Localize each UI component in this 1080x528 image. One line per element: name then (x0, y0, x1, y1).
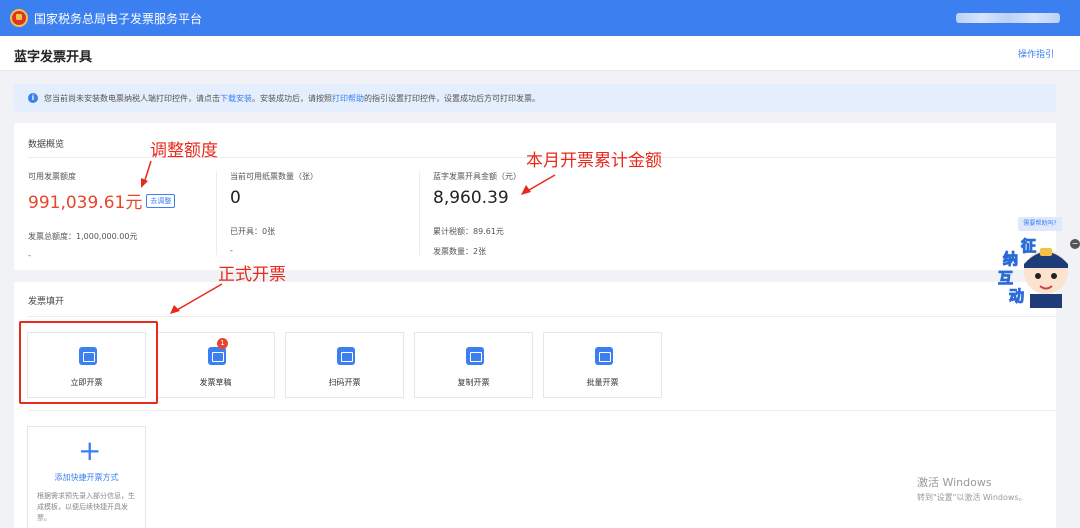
draft-count-badge: 1 (217, 338, 228, 349)
tax-emblem-icon (10, 9, 28, 27)
tile-label: 发票草稿 (199, 378, 232, 387)
tax-label: 累计税额： (433, 227, 473, 236)
notice-bar: i 您当前尚未安装数电票纳税人端打印控件，请点击 下载安装 。安装成功后，请按照… (14, 84, 1056, 112)
paper-count-label: 当前可用纸票数量（张） (230, 172, 318, 181)
annotation-adjust-quota: 调整额度 (150, 141, 218, 161)
total-quota: 发票总额度：1,000,000.00元 (28, 231, 175, 242)
invoice-fill-card: 发票填开 立即开票 1 发票草稿 扫码开票 复制开票 批量开票 + 添加快捷开票… (14, 282, 1056, 528)
print-help-link[interactable]: 打印帮助 (332, 93, 364, 104)
mascot-char: 征 (1020, 237, 1037, 256)
add-shortcut-card[interactable]: + 添加快捷开票方式 根据需求预先录入部分信息，生成模板，以便后续快捷开具发票。 (27, 426, 146, 528)
add-shortcut-label: 添加快捷开票方式 (54, 473, 119, 482)
page-header: 蓝字发票开具 操作指引 (0, 36, 1080, 71)
annotation-formal-invoice: 正式开票 (218, 265, 286, 285)
blue-amount-label: 蓝字发票开具金额（元） (433, 172, 521, 181)
watermark-line-2: 转到"设置"以激活 Windows。 (917, 493, 1027, 502)
watermark-line-1: 激活 Windows (917, 476, 992, 489)
plus-icon: + (78, 434, 102, 467)
tile-scan-code[interactable]: 扫码开票 (285, 332, 404, 398)
help-tag[interactable]: 需要帮助吗? (1018, 217, 1062, 231)
guide-link[interactable]: 操作指引 (1018, 47, 1054, 60)
adjust-quota-button[interactable]: 去调整 (146, 193, 176, 208)
count-label: 发票数量： (433, 247, 473, 256)
quota-extra: - (28, 251, 31, 260)
mascot-char: 动 (1008, 287, 1025, 306)
tile-copy[interactable]: 复制开票 (414, 332, 533, 398)
tile-draft[interactable]: 1 发票草稿 (156, 332, 275, 398)
user-info-blurred[interactable] (956, 13, 1060, 23)
annotation-highlight-box (19, 321, 158, 404)
available-quota-value: 991,039.61元 (28, 193, 143, 213)
page-title: 蓝字发票开具 (14, 50, 93, 65)
download-link[interactable]: 下载安装 (220, 93, 252, 104)
top-bar: 国家税务总局电子发票服务平台 (0, 0, 1080, 36)
draft-inbox-icon (208, 347, 226, 365)
total-quota-value: 1,000,000.00元 (76, 232, 138, 241)
notice-text-2: 。安装成功后，请按照 (252, 93, 332, 103)
tile-label: 批量开票 (586, 378, 619, 387)
notice-text-1: 您当前尚未安装数电票纳税人端打印控件，请点击 (44, 93, 220, 103)
available-quota-label: 可用发票额度 (28, 172, 76, 181)
issued-value: 0张 (262, 227, 276, 236)
annotation-monthly-total: 本月开票累计金额 (526, 151, 662, 171)
divider (28, 410, 1056, 411)
paper-count-stat: 当前可用纸票数量（张） 0 已开具：0张 - (230, 171, 318, 255)
notice-text-3: 的指引设置打印控件，设置成功后方可打印发票。 (364, 93, 540, 103)
mascot-assistant-icon[interactable]: 征 纳 互 动 (996, 234, 1074, 308)
info-icon: i (28, 93, 38, 103)
available-quota-stat: 可用发票额度 991,039.61元 去调整 发票总额度：1,000,000.0… (28, 171, 176, 260)
accumulated-tax: 累计税额：89.61元 (433, 226, 521, 237)
stat-divider (216, 171, 217, 255)
invoice-fill-title: 发票填开 (28, 297, 65, 307)
qr-scan-icon (337, 347, 355, 365)
paper-extra: - (230, 246, 233, 255)
invoice-count: 发票数量：2张 (433, 246, 521, 257)
stat-divider (419, 171, 420, 255)
tile-batch[interactable]: 批量开票 (543, 332, 662, 398)
copy-invoice-icon (466, 347, 484, 365)
blue-amount-value: 8,960.39 (433, 188, 509, 208)
add-shortcut-desc: 根据需求预先录入部分信息，生成模板，以便后续快捷开具发票。 (37, 492, 135, 522)
blue-amount-stat: 蓝字发票开具金额（元） 8,960.39 累计税额：89.61元 发票数量：2张 (433, 171, 521, 257)
divider (28, 316, 1056, 317)
batch-invoice-icon (595, 347, 613, 365)
issued-label: 已开具： (230, 227, 262, 236)
available-quota-row: 991,039.61元 去调整 (28, 188, 176, 213)
mascot-char: 纳 (1002, 250, 1019, 269)
tax-value: 89.61元 (473, 227, 504, 236)
overview-title: 数据概览 (28, 140, 65, 150)
tile-label: 复制开票 (457, 378, 490, 387)
count-value: 2张 (473, 247, 487, 256)
paper-count-value: 0 (230, 188, 241, 208)
windows-activation-watermark: 激活 Windows 转到"设置"以激活 Windows。 (917, 474, 1027, 503)
app-title: 国家税务总局电子发票服务平台 (34, 11, 203, 26)
issued-count: 已开具：0张 (230, 226, 318, 237)
tile-label: 扫码开票 (328, 378, 361, 387)
total-quota-label: 发票总额度： (28, 232, 76, 241)
